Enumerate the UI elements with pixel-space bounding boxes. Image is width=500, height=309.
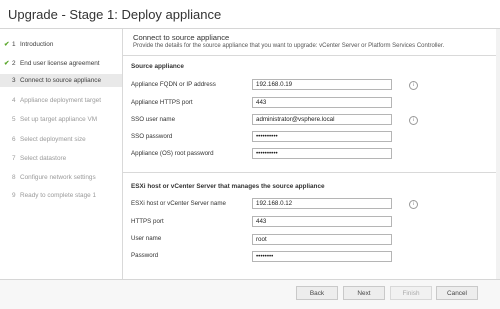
step-1[interactable]: ✔ 1 Introduction bbox=[4, 40, 53, 48]
step-4: 4 Appliance deployment target bbox=[12, 97, 102, 104]
main-content: Connect to source appliance Provide the … bbox=[123, 29, 500, 279]
esxi-user-label: User name bbox=[131, 235, 162, 242]
info-icon[interactable]: i bbox=[409, 81, 418, 90]
esxi-password-label: Password bbox=[131, 252, 159, 259]
cancel-button[interactable]: Cancel bbox=[436, 286, 478, 300]
header-divider bbox=[123, 55, 500, 56]
esxi-https-port-label: HTTPS port bbox=[131, 218, 164, 225]
https-port-input[interactable]: 443 bbox=[252, 97, 392, 108]
esxi-host-input[interactable]: 192.168.0.12 bbox=[252, 198, 392, 209]
esxi-password-input[interactable]: •••••••• bbox=[252, 251, 392, 262]
page-heading: Connect to source appliance bbox=[133, 33, 230, 42]
esxi-https-port-input[interactable]: 443 bbox=[252, 216, 392, 227]
step-6: 6 Select deployment size bbox=[12, 136, 86, 143]
checkmark-icon: ✔ bbox=[4, 60, 10, 67]
next-button[interactable]: Next bbox=[343, 286, 385, 300]
https-port-label: Appliance HTTPS port bbox=[131, 99, 193, 106]
root-password-input[interactable]: •••••••••• bbox=[252, 148, 392, 159]
sso-user-label: SSO user name bbox=[131, 116, 176, 123]
step-8: 8 Configure network settings bbox=[12, 174, 96, 181]
fqdn-input[interactable]: 192.168.0.19 bbox=[252, 79, 392, 90]
fqdn-label: Appliance FQDN or IP address bbox=[131, 81, 216, 88]
source-section-title: Source appliance bbox=[131, 63, 184, 70]
step-7: 7 Select datastore bbox=[12, 155, 67, 162]
step-5: 5 Set up target appliance VM bbox=[12, 116, 98, 123]
footer-bar: Back Next Finish Cancel bbox=[0, 279, 500, 309]
esxi-user-input[interactable]: root bbox=[252, 234, 392, 245]
window-title: Upgrade - Stage 1: Deploy appliance bbox=[8, 7, 222, 22]
page-description: Provide the details for the source appli… bbox=[133, 43, 445, 49]
finish-button[interactable]: Finish bbox=[390, 286, 432, 300]
root-password-label: Appliance (OS) root password bbox=[131, 150, 214, 157]
sso-user-input[interactable]: administrator@vsphere.local bbox=[252, 114, 392, 125]
step-9: 9 Ready to complete stage 1 bbox=[12, 192, 97, 199]
steps-sidebar: ✔ 1 Introduction ✔ 2 End user license agreem… bbox=[0, 29, 123, 279]
info-icon[interactable]: i bbox=[409, 116, 418, 125]
sso-password-input[interactable]: •••••••••• bbox=[252, 131, 392, 142]
checkmark-icon: ✔ bbox=[4, 41, 10, 48]
esxi-section-title: ESXi host or vCenter Server that manages… bbox=[131, 183, 325, 190]
scrollbar[interactable] bbox=[496, 29, 500, 279]
sso-password-label: SSO password bbox=[131, 133, 173, 140]
step-2[interactable]: ✔ 2 End user license agreement bbox=[4, 59, 100, 67]
info-icon[interactable]: i bbox=[409, 200, 418, 209]
step-3[interactable]: 3 Connect to source appliance bbox=[4, 77, 101, 84]
back-button[interactable]: Back bbox=[296, 286, 338, 300]
title-bar: Upgrade - Stage 1: Deploy appliance bbox=[0, 0, 500, 29]
section-divider bbox=[123, 172, 500, 173]
esxi-host-label: ESXi host or vCenter Server name bbox=[131, 200, 226, 207]
